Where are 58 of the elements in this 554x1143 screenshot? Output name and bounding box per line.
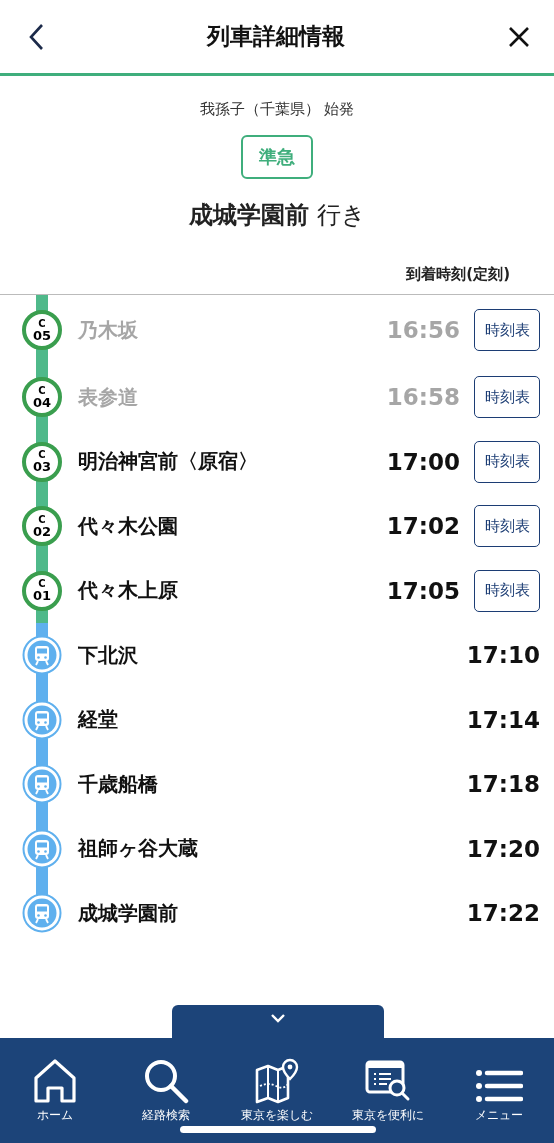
station-number: 03	[32, 460, 52, 474]
train-icon	[22, 893, 62, 934]
arrival-time: 17:20	[466, 835, 540, 862]
arrival-time: 17:05	[386, 577, 460, 604]
line-letter: C	[38, 385, 46, 396]
train-icon	[22, 699, 62, 740]
map-icon	[254, 1058, 300, 1104]
station-name: 代々木公園	[78, 512, 179, 540]
timetable-button[interactable]: 時刻表	[474, 440, 540, 483]
timetable-button[interactable]: 時刻表	[474, 505, 540, 548]
screen-title: 列車詳細情報	[207, 22, 345, 51]
train-icon	[22, 635, 62, 676]
station-name: 千歳船橋	[78, 770, 159, 798]
station-name: 明治神宮前〈原宿〉	[78, 448, 259, 476]
arrival-time: 16:58	[386, 384, 460, 411]
arrival-time: 17:10	[466, 642, 540, 669]
station-name: 表参道	[78, 383, 139, 411]
search-icon	[143, 1058, 190, 1104]
station-name: 経堂	[78, 706, 119, 734]
arrival-time: 17:14	[466, 706, 540, 733]
arrival-time: 16:56	[386, 317, 460, 343]
station-name: 成城学園前	[78, 899, 179, 927]
station-name: 代々木上原	[78, 577, 179, 605]
back-icon[interactable]	[28, 22, 44, 51]
nav-item[interactable]: ホーム	[0, 1054, 111, 1124]
line-letter: C	[38, 579, 46, 590]
train-type-badge: 準急	[241, 135, 313, 179]
chevron-down-icon	[270, 1013, 286, 1023]
train-icon	[22, 764, 62, 805]
nav-item[interactable]: メニュー	[443, 1054, 554, 1124]
nav-item[interactable]: 東京を楽しむ	[221, 1054, 333, 1124]
station-name: 乃木坂	[78, 316, 139, 344]
arrival-time: 17:02	[386, 513, 460, 540]
destination-name: 成城学園前	[188, 200, 309, 231]
line-letter: C	[38, 450, 46, 461]
station-name: 下北沢	[78, 641, 139, 669]
timetable-button[interactable]: 時刻表	[474, 309, 540, 351]
line-letter: C	[38, 318, 46, 329]
station-number: 01	[32, 589, 52, 603]
close-icon[interactable]	[508, 25, 530, 48]
arrival-time: 17:22	[466, 900, 540, 927]
timetable-button[interactable]: 時刻表	[474, 376, 540, 419]
station-number: 05	[32, 328, 52, 342]
nav-item[interactable]: 東京を便利に	[332, 1054, 444, 1124]
timetable-button[interactable]: 時刻表	[474, 569, 540, 612]
destination-suffix: 行き	[316, 200, 366, 231]
arrival-time: 17:00	[386, 448, 460, 475]
home-icon	[33, 1058, 78, 1104]
station-number: 04	[32, 395, 52, 409]
arrival-time: 17:18	[466, 771, 540, 798]
line-letter: C	[38, 514, 46, 525]
train-icon	[22, 828, 62, 869]
station-number: 02	[32, 524, 52, 538]
station-name: 祖師ヶ谷大蔵	[78, 835, 199, 863]
nav-item[interactable]: 経路検索	[110, 1054, 222, 1124]
column-header: 到着時刻(定刻)	[406, 265, 510, 284]
origin-text: 我孫子（千葉県） 始発	[199, 100, 355, 119]
menu-icon	[474, 1068, 523, 1104]
